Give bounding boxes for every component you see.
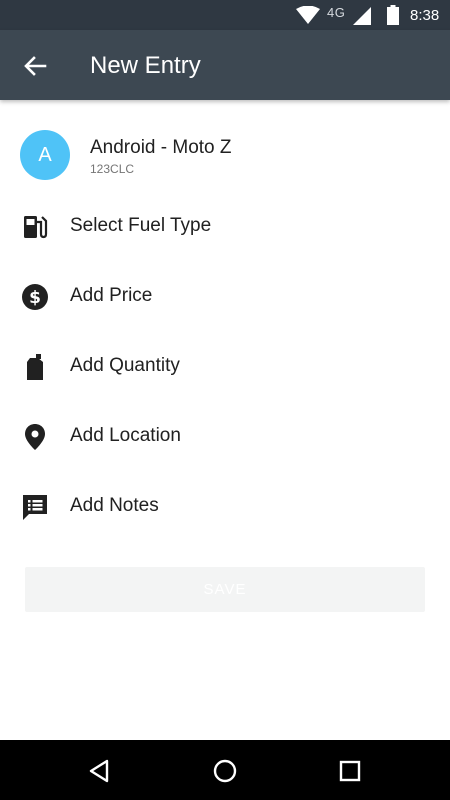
vehicle-plate: 123CLC <box>90 162 135 176</box>
clock: 8:38 <box>410 7 440 24</box>
add-location-item[interactable]: Add Location <box>0 406 450 462</box>
add-notes-item[interactable]: Add Notes <box>0 476 450 532</box>
add-quantity-item[interactable]: Add Quantity <box>0 336 450 392</box>
fuel-pump-icon <box>24 216 48 239</box>
navigation-bar <box>0 740 450 800</box>
cellular-signal-icon <box>353 7 371 25</box>
network-type-label: 4G <box>327 5 346 20</box>
jerry-can-icon <box>27 354 43 380</box>
dollar-icon: $ <box>22 284 48 310</box>
select-fuel-type-item[interactable]: Select Fuel Type <box>0 196 450 252</box>
select-fuel-type-label: Select Fuel Type <box>70 215 212 236</box>
add-notes-label: Add Notes <box>70 495 159 516</box>
add-quantity-label: Add Quantity <box>70 355 180 376</box>
notes-icon <box>23 495 47 520</box>
avatar: A <box>20 130 70 180</box>
status-bar: 4G 8:38 <box>0 0 450 30</box>
page-title: New Entry <box>90 52 201 79</box>
wifi-icon <box>296 6 320 24</box>
save-button[interactable]: Save <box>25 567 425 612</box>
recents-square-icon[interactable] <box>336 757 364 785</box>
location-pin-icon <box>25 424 45 450</box>
app-bar: New Entry <box>0 30 450 100</box>
add-location-label: Add Location <box>70 425 181 446</box>
battery-icon <box>387 5 399 25</box>
add-price-item[interactable]: $ Add Price <box>0 266 450 322</box>
vehicle-name: Android - Moto Z <box>90 137 232 158</box>
back-arrow-icon[interactable] <box>20 51 50 81</box>
back-triangle-icon[interactable] <box>86 757 114 785</box>
home-circle-icon[interactable] <box>211 757 239 785</box>
add-price-label: Add Price <box>70 285 153 306</box>
svg-text:$: $ <box>29 288 41 308</box>
vehicle-selector[interactable]: A Android - Moto Z 123CLC <box>0 130 450 182</box>
